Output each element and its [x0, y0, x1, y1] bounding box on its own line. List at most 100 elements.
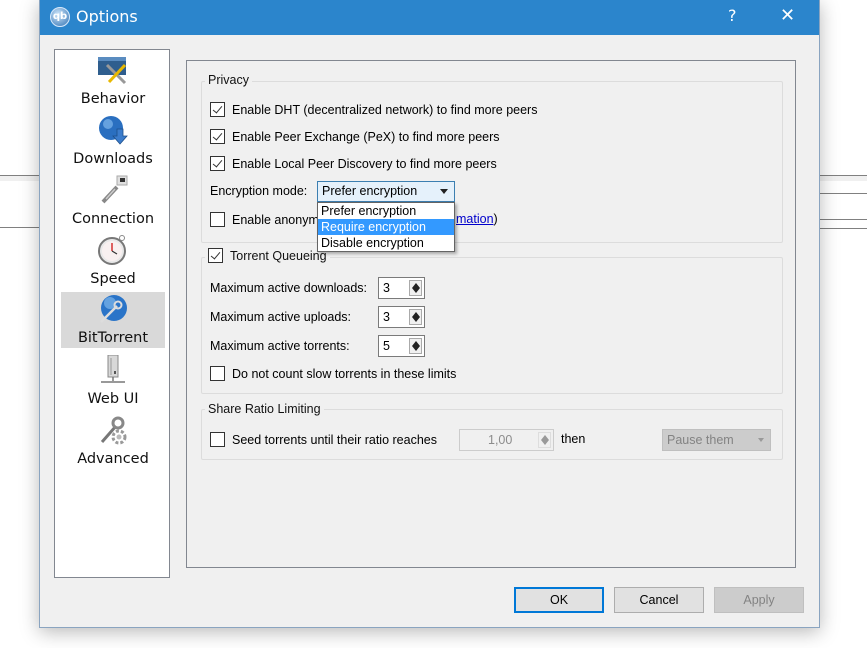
bittorrent-globe-wrench-icon [100, 295, 127, 323]
lpd-label[interactable]: Enable Local Peer Discovery to find more… [232, 157, 497, 171]
close-paren: ) [493, 212, 498, 226]
max-torrents-label: Maximum active torrents: [210, 339, 350, 353]
ratio-action-value: Pause them [667, 433, 734, 447]
encryption-mode-dropdown: Prefer encryption Require encryption Dis… [317, 202, 455, 252]
encryption-option-prefer[interactable]: Prefer encryption [318, 203, 454, 219]
then-label: then [561, 432, 585, 446]
background-window-line [0, 227, 39, 228]
max-downloads-spinbox[interactable]: 3 [378, 277, 425, 299]
window-title: Options [76, 7, 138, 26]
privacy-group-title: Privacy [205, 73, 252, 87]
background-window-line [820, 219, 867, 220]
background-window-band [820, 176, 867, 181]
max-uploads-text: Maximum active uploads: [210, 310, 352, 324]
torrent-queueing-checkbox[interactable] [208, 248, 223, 263]
background-window-line [820, 193, 867, 194]
max-torrents-text: Maximum active torrents: [210, 339, 350, 353]
spin-buttons [409, 280, 422, 296]
ok-button[interactable]: OK [514, 587, 604, 613]
anonymous-mode-checkbox[interactable] [210, 212, 225, 227]
encryption-mode-label: Encryption mode: [210, 184, 308, 198]
sidebar-item-label: Downloads [73, 151, 153, 167]
spin-down-icon[interactable] [412, 288, 420, 293]
more-information-link[interactable]: mation [456, 212, 494, 226]
dht-row: Enable DHT (decentralized network) to fi… [210, 102, 537, 117]
max-uploads-label: Maximum active uploads: [210, 310, 351, 324]
chevron-down-icon [440, 189, 448, 194]
pex-checkbox[interactable] [210, 129, 225, 144]
close-button[interactable]: ✕ [780, 5, 795, 26]
anonymous-more-info: mation ) [456, 212, 498, 226]
max-torrents-spinbox[interactable]: 5 [378, 335, 425, 357]
qbittorrent-app-icon: qb [50, 7, 70, 27]
encryption-option-disable[interactable]: Disable encryption [318, 235, 454, 251]
seed-ratio-checkbox[interactable] [210, 432, 225, 447]
apply-button[interactable]: Apply [714, 587, 804, 613]
max-downloads-text: Maximum active downloads: [210, 281, 368, 295]
sidebar-item-advanced[interactable]: Advanced [61, 413, 165, 469]
anonymous-row: Enable anonym [210, 212, 319, 227]
advanced-wrench-gear-icon [100, 416, 127, 445]
encryption-mode-combo[interactable]: Prefer encryption [317, 181, 455, 202]
torrent-queueing-label[interactable]: Torrent Queueing [230, 249, 327, 263]
stopwatch-icon [98, 235, 126, 265]
sidebar-item-speed[interactable]: Speed [61, 233, 165, 289]
sidebar-item-behavior[interactable]: Behavior [61, 53, 165, 109]
sidebar-item-connection[interactable]: Connection [61, 173, 165, 229]
sidebar-item-label: Web UI [87, 391, 139, 407]
max-downloads-label: Maximum active downloads: [210, 281, 367, 295]
ratio-action-combo[interactable]: Pause them [662, 429, 771, 451]
connection-plug-icon [101, 175, 128, 204]
then-text: then [561, 432, 586, 446]
max-uploads-value: 3 [383, 310, 390, 324]
chevron-down-icon [758, 438, 764, 442]
sidebar-item-web-ui[interactable]: Web UI [61, 353, 165, 409]
spin-buttons [538, 432, 551, 448]
slow-torrents-label[interactable]: Do not count slow torrents in these limi… [232, 367, 456, 381]
sidebar-item-label: Speed [90, 271, 136, 287]
max-downloads-value: 3 [383, 281, 390, 295]
encryption-label: Encryption mode: [210, 184, 307, 198]
ratio-spinbox[interactable]: 1,00 [459, 429, 554, 451]
sidebar-item-label: Connection [71, 211, 155, 227]
seed-ratio-row: Seed torrents until their ratio reaches [210, 432, 437, 447]
background-window-line [820, 228, 867, 229]
lpd-row: Enable Local Peer Discovery to find more… [210, 156, 497, 171]
spin-down-icon[interactable] [412, 346, 420, 351]
max-torrents-value: 5 [383, 339, 390, 353]
pex-label[interactable]: Enable Peer Exchange (PeX) to find more … [232, 130, 500, 144]
title-bar[interactable]: qb Options ? ✕ [40, 0, 819, 35]
sidebar-item-label: Advanced [77, 451, 149, 467]
share-ratio-group-title: Share Ratio Limiting [205, 402, 324, 416]
background-window-band [0, 176, 39, 181]
seed-ratio-label[interactable]: Seed torrents until their ratio reaches [232, 433, 437, 447]
spin-down-icon[interactable] [541, 440, 549, 445]
queueing-group-title: Torrent Queueing [205, 248, 330, 263]
slow-torrents-row: Do not count slow torrents in these limi… [210, 366, 456, 381]
spin-buttons [409, 309, 422, 325]
slow-torrents-checkbox[interactable] [210, 366, 225, 381]
cancel-button[interactable]: Cancel [614, 587, 704, 613]
sidebar-item-bittorrent[interactable]: BitTorrent [61, 292, 165, 348]
encryption-mode-value: Prefer encryption [322, 184, 418, 198]
sidebar-item-label: BitTorrent [77, 330, 149, 346]
downloads-globe-icon [99, 116, 128, 145]
sidebar-item-downloads[interactable]: Downloads [61, 113, 165, 169]
bittorrent-settings-panel: Privacy Enable DHT (decentralized networ… [186, 60, 796, 568]
options-sidebar: Behavior Downloads Connection Speed BitT… [54, 49, 170, 578]
webui-server-icon [101, 355, 125, 383]
spin-down-icon[interactable] [412, 317, 420, 322]
anonymous-mode-label[interactable]: Enable anonym [232, 213, 319, 227]
dht-label[interactable]: Enable DHT (decentralized network) to fi… [232, 103, 537, 117]
spin-buttons [409, 338, 422, 354]
dht-checkbox[interactable] [210, 102, 225, 117]
ratio-value: 1,00 [488, 433, 513, 447]
behavior-icon [98, 57, 127, 85]
help-button[interactable]: ? [728, 6, 737, 25]
lpd-checkbox[interactable] [210, 156, 225, 171]
max-uploads-spinbox[interactable]: 3 [378, 306, 425, 328]
encryption-option-require[interactable]: Require encryption [318, 219, 454, 235]
sidebar-item-label: Behavior [80, 91, 146, 107]
options-dialog: qb Options ? ✕ Behavior Downloads Connec… [39, 0, 820, 628]
pex-row: Enable Peer Exchange (PeX) to find more … [210, 129, 500, 144]
